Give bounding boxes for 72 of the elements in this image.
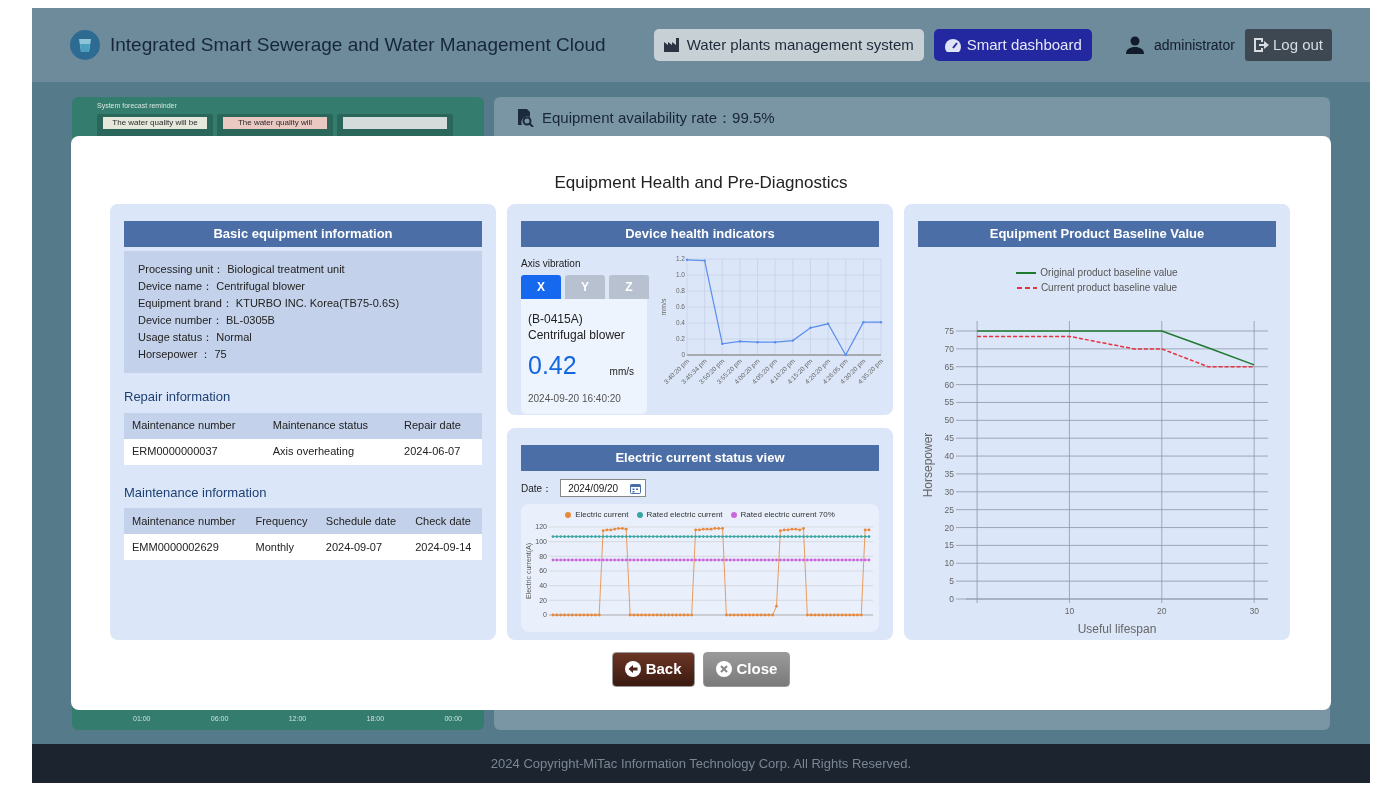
column-header: Frequency	[247, 508, 318, 534]
column-header: Maintenance status	[264, 412, 397, 439]
table-cell: Monthly	[247, 534, 318, 560]
column-header: Schedule date	[317, 508, 408, 534]
axis-label: 30	[944, 486, 954, 497]
nav-button[interactable]: Water plants management system	[653, 28, 924, 62]
date-label: Date：	[521, 481, 553, 496]
axis-label: 25	[944, 504, 954, 515]
axis-label: 35	[944, 468, 954, 479]
axis-label: 60	[944, 379, 954, 390]
timestamp: 2024-09-20 16:40:20	[528, 391, 622, 406]
column-header: Maintenance number	[124, 412, 265, 439]
panel-heading: Equipment Product Baseline Value	[918, 221, 1276, 247]
axis-label: 0	[949, 593, 954, 604]
card-label: The water quality will be	[103, 116, 207, 129]
legend-label: Current product baseline value	[1040, 281, 1178, 295]
column-header: Check date	[407, 508, 482, 534]
table-cell: ERM0000000037	[124, 438, 265, 465]
reading-value: 0.42	[528, 350, 577, 381]
axis-label: 15	[944, 540, 954, 551]
axis-title: Horsepower	[921, 432, 935, 498]
info-line: Device name： Centrifugal blower	[138, 279, 306, 294]
panel-heading: Device health indicators	[521, 221, 879, 247]
axis-label-text: Axis vibration	[521, 257, 582, 271]
legend-label: Rated electric current	[646, 509, 723, 521]
device-name: Centrifugal blower	[528, 327, 626, 343]
column-header: Maintenance number	[124, 508, 248, 534]
table-cell: 2024-09-07	[317, 534, 408, 560]
copyright-text: 2024 Copyright-MiTac Information Technology Corp. All Rights Reserved.	[490, 754, 912, 773]
section-heading: Repair information	[124, 388, 232, 406]
axis-label: 5	[949, 576, 954, 587]
axis-label: 20	[944, 522, 954, 533]
axis-label: 50	[944, 415, 954, 426]
info-line: Equipment brand： KTURBO INC. Korea(TB75-0.6S)	[138, 296, 401, 311]
table-cell: 2024-09-14	[407, 534, 482, 560]
legend-label: Original product baseline value	[1040, 266, 1178, 280]
axis-label: 10	[1064, 605, 1075, 616]
back-button[interactable]: Back	[611, 652, 695, 687]
axis-label: 30	[1249, 605, 1259, 616]
card-label: The water quality will	[223, 116, 327, 129]
logout-button[interactable]: Log out	[1244, 28, 1332, 62]
panel-heading: Basic equipment information	[124, 221, 482, 247]
legend-label: Rated electric current 70%	[740, 509, 835, 521]
table-cell: EMM0000002629	[124, 534, 248, 560]
axis-label: 55	[944, 397, 954, 408]
axis-label: 45	[944, 433, 954, 444]
axis-label: 75	[944, 326, 954, 336]
legend-label: Electric current	[575, 509, 629, 521]
section-heading: Maintenance information	[124, 483, 268, 502]
column-header: Repair date	[396, 412, 482, 439]
date-field[interactable]: 2024/09/20	[560, 479, 647, 497]
axis-label: 65	[944, 361, 954, 372]
panel-heading: Electric current status view	[521, 445, 879, 471]
app-title: Integrated Smart Sewerage and Water Management Cloud	[110, 32, 606, 57]
nav-button[interactable]: Smart dashboard	[933, 28, 1092, 62]
axis-title: Useful lifespan	[1077, 622, 1157, 636]
axis-label: 40	[944, 451, 954, 462]
info-line: Processing unit： Biological treatment unit	[138, 262, 346, 277]
axis-label: 70	[944, 343, 954, 354]
axis-tab[interactable]: X	[521, 275, 561, 299]
dialog-title: Equipment Health and Pre-Diagnostics	[553, 172, 849, 194]
table-cell: Axis overheating	[264, 438, 397, 465]
user-name: administrator	[1154, 35, 1235, 55]
availability-rate: Equipment availability rate：99.5%	[542, 108, 775, 128]
axis-label: 10	[944, 558, 954, 569]
axis-label: 20	[1157, 605, 1167, 616]
info-line: Usage status： Normal	[138, 330, 253, 345]
reading-unit: mm/s	[609, 364, 635, 379]
info-line: Device number： BL-0305B	[138, 313, 276, 328]
device-code: (B-0415A)	[528, 311, 584, 327]
info-line: Horsepower ： 75	[138, 347, 228, 362]
table-cell: 2024-06-07	[396, 438, 482, 465]
